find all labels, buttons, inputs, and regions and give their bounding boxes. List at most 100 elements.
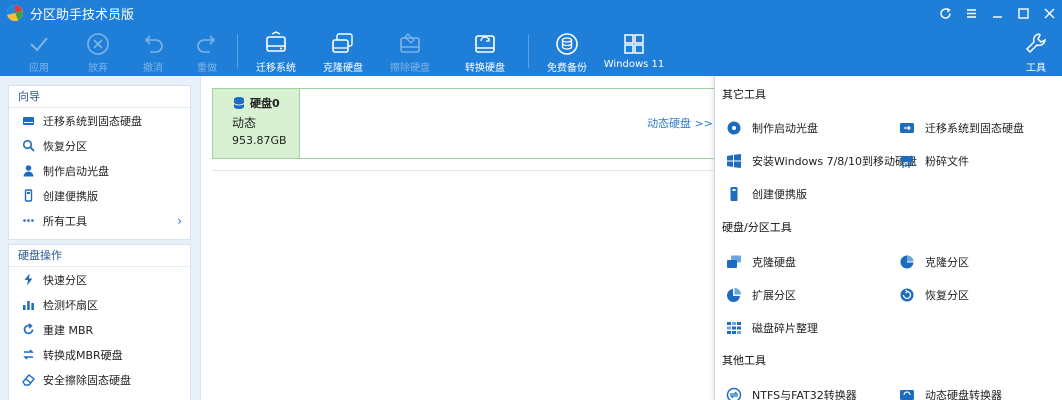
redo-icon bbox=[197, 35, 216, 53]
disk-name: 硬盘0 bbox=[250, 97, 280, 110]
disk-ops-item-rebuild-mbr[interactable]: 重建 MBR bbox=[9, 317, 190, 342]
maximize-icon bbox=[1017, 7, 1029, 19]
convert-disk-button[interactable]: 转换硬盘 bbox=[462, 28, 508, 74]
convert-disk-icon bbox=[475, 35, 495, 53]
wizard-item-boot-disc[interactable]: 制作启动光盘 bbox=[9, 158, 190, 183]
wizard-item-migrate-ssd[interactable]: 迁移系统到固态硬盘 bbox=[9, 108, 190, 133]
minimize-icon bbox=[992, 15, 1002, 18]
convert-icon bbox=[21, 348, 35, 362]
eraser-icon bbox=[21, 373, 35, 387]
divider bbox=[212, 170, 715, 171]
wizard-item-recover-partition[interactable]: 恢复分区 bbox=[9, 133, 190, 158]
pie-chart-icon bbox=[725, 286, 743, 304]
close-icon bbox=[1044, 8, 1054, 18]
migrate-disk-icon bbox=[266, 31, 286, 52]
disk-info-box[interactable]: 硬盘0 动态 953.87GB bbox=[213, 89, 300, 158]
tool-defragment[interactable]: 磁盘碎片整理 bbox=[725, 319, 818, 337]
disk-size: 953.87GB bbox=[232, 134, 287, 147]
clone-disk-button[interactable]: 克隆硬盘 bbox=[320, 28, 366, 74]
discard-icon bbox=[87, 33, 109, 55]
migrate-disk-icon bbox=[21, 114, 35, 128]
discard-button[interactable]: 放弃 bbox=[83, 28, 113, 74]
windows-grid-icon bbox=[624, 34, 644, 54]
left-panel: 向导 迁移系统到固态硬盘 恢复分区 制作启动光盘 创建便携版 所有工具 › 硬盘… bbox=[0, 76, 200, 400]
shredder-icon bbox=[898, 152, 916, 170]
wizard-item-all-tools[interactable]: 所有工具 › bbox=[9, 208, 190, 233]
clone-disk-icon bbox=[725, 253, 743, 271]
other-tools-header: 其它工具 bbox=[722, 88, 766, 101]
wizard-card: 向导 迁移系统到固态硬盘 恢复分区 制作启动光盘 创建便携版 所有工具 › bbox=[8, 85, 191, 240]
disk-ops-header: 硬盘操作 bbox=[9, 245, 190, 267]
refresh-button[interactable] bbox=[932, 0, 958, 26]
tool-dynamic-disk-converter[interactable]: 动态硬盘转换器 bbox=[898, 386, 1002, 400]
lightning-icon bbox=[21, 273, 35, 287]
migrate-system-button[interactable]: 迁移系统 bbox=[253, 28, 299, 74]
chevron-right-icon: › bbox=[177, 213, 182, 228]
magnifier-icon bbox=[21, 139, 35, 153]
disk-map-area: 硬盘0 动态 953.87GB 动态硬盘 >> bbox=[200, 76, 715, 400]
wizard-item-portable[interactable]: 创建便携版 bbox=[9, 183, 190, 208]
backup-icon bbox=[556, 33, 578, 55]
tools-panel: 其它工具 制作启动光盘 迁移系统到固态硬盘 安装Windows 7/8/10到移… bbox=[714, 76, 1062, 400]
undo-icon bbox=[144, 35, 163, 53]
checkmark-icon bbox=[30, 37, 48, 52]
usb-icon bbox=[725, 185, 743, 203]
converter-icon bbox=[725, 386, 743, 400]
dynamic-disk-link[interactable]: 动态硬盘 >> bbox=[647, 115, 713, 131]
defrag-grid-icon bbox=[725, 319, 743, 337]
rebuild-icon bbox=[21, 323, 35, 337]
disk-ops-item-quick-partition[interactable]: 快速分区 bbox=[9, 267, 190, 292]
user-icon bbox=[21, 164, 35, 178]
apply-button[interactable]: 应用 bbox=[24, 28, 54, 74]
minimize-button[interactable] bbox=[984, 0, 1010, 26]
menu-icon bbox=[966, 8, 976, 18]
title-bar: 分区助手技术员版 bbox=[0, 0, 1062, 26]
tool-install-windows[interactable]: 安装Windows 7/8/10到移动硬盘 bbox=[725, 152, 917, 170]
disk-ops-item-secure-erase[interactable]: 安全擦除固态硬盘 bbox=[9, 367, 190, 392]
wrench-icon bbox=[1025, 33, 1046, 54]
window-title: 分区助手技术员版 bbox=[30, 7, 135, 23]
disk-ops-item-convert-mbr[interactable]: 转换成MBR硬盘 bbox=[9, 342, 190, 367]
clone-partition-icon bbox=[898, 253, 916, 271]
refresh-icon bbox=[939, 7, 951, 19]
undo-button[interactable]: 撤消 bbox=[138, 28, 168, 74]
tool-clone-disk[interactable]: 克隆硬盘 bbox=[725, 253, 796, 271]
tool-portable[interactable]: 创建便携版 bbox=[725, 185, 807, 203]
close-button[interactable] bbox=[1036, 0, 1062, 26]
wipe-disk-button[interactable]: 擦除硬盘 bbox=[387, 28, 433, 74]
disk-row[interactable]: 硬盘0 动态 953.87GB 动态硬盘 >> bbox=[212, 88, 715, 159]
toolbar-separator bbox=[528, 34, 529, 68]
database-icon bbox=[233, 97, 245, 109]
toolbar-separator bbox=[237, 34, 238, 68]
disk-type: 动态 bbox=[232, 116, 257, 130]
misc-tools-header: 其他工具 bbox=[722, 354, 766, 367]
app-logo-icon bbox=[6, 4, 23, 22]
redo-button[interactable]: 重做 bbox=[192, 28, 222, 74]
maximize-button[interactable] bbox=[1010, 0, 1036, 26]
dynamic-disk-converter-icon bbox=[898, 386, 916, 400]
tool-shred-files[interactable]: 粉碎文件 bbox=[898, 152, 969, 170]
windows11-button[interactable]: Windows 11 bbox=[604, 28, 664, 74]
boot-disc-icon bbox=[725, 119, 743, 137]
menu-button[interactable] bbox=[958, 0, 984, 26]
tool-ntfs-fat32-converter[interactable]: NTFS与FAT32转换器 bbox=[725, 386, 857, 400]
tool-recover-partition[interactable]: 恢复分区 bbox=[898, 286, 969, 304]
more-dots-icon bbox=[21, 214, 35, 228]
wipe-disk-icon bbox=[400, 33, 420, 53]
free-backup-button[interactable]: 免费备份 bbox=[543, 28, 591, 74]
tool-boot-disc[interactable]: 制作启动光盘 bbox=[725, 119, 818, 137]
clone-disk-icon bbox=[332, 33, 353, 53]
recover-partition-icon bbox=[898, 286, 916, 304]
migrate-disk-icon bbox=[898, 119, 916, 137]
disk-ops-item-bad-sectors[interactable]: 检测坏扇区 bbox=[9, 292, 190, 317]
disk-ops-card: 硬盘操作 快速分区 检测坏扇区 重建 MBR 转换成MBR硬盘 安全擦除固态硬盘 bbox=[8, 244, 191, 400]
windows-logo-icon bbox=[725, 152, 743, 170]
usb-icon bbox=[21, 189, 35, 203]
disk-partition-tools-header: 硬盘/分区工具 bbox=[722, 221, 792, 234]
wizard-header: 向导 bbox=[9, 86, 190, 108]
tool-extend-partition[interactable]: 扩展分区 bbox=[725, 286, 796, 304]
tools-button[interactable]: 工具 bbox=[1021, 28, 1051, 74]
tool-migrate-ssd[interactable]: 迁移系统到固态硬盘 bbox=[898, 119, 1024, 137]
chart-bars-icon bbox=[21, 298, 35, 312]
tool-clone-partition[interactable]: 克隆分区 bbox=[898, 253, 969, 271]
